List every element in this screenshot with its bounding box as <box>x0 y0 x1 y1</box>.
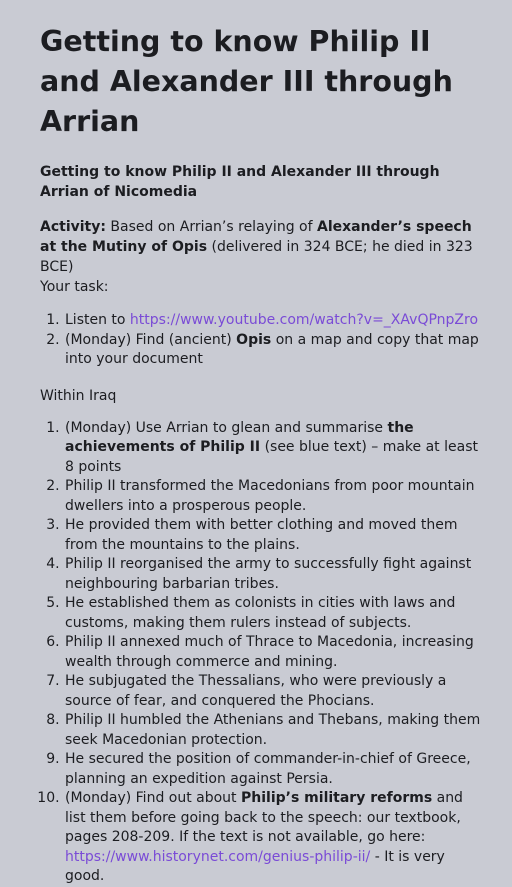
list-item: Philip II reorganised the army to succes… <box>64 555 482 594</box>
activity-paragraph: Activity: Based on Arrian’s relaying of … <box>40 217 482 297</box>
youtube-link[interactable]: https://www.youtube.com/watch?v=_XAvQPnp… <box>130 312 478 328</box>
list-item-text: (Monday) Find out about <box>65 790 237 806</box>
document-subtitle: Getting to know Philip II and Alexander … <box>40 164 440 200</box>
listen-prefix: Listen to <box>65 312 126 328</box>
list-item: Philip II annexed much of Thrace to Mace… <box>64 633 482 672</box>
document-page: Getting to know Philip II and Alexander … <box>0 0 512 887</box>
activity-label: Activity: <box>40 219 106 235</box>
military-reforms-bold: Philip’s military reforms <box>241 790 433 806</box>
list-item: He secured the position of commander-in-… <box>64 750 482 789</box>
task-list: Listen to https://www.youtube.com/watch?… <box>40 311 482 370</box>
list-item: He provided them with better clothing an… <box>64 516 482 555</box>
list-item: Philip II transformed the Macedonians fr… <box>64 477 482 516</box>
within-iraq-note: Within Iraq <box>40 387 117 404</box>
list-item: (Monday) Find (ancient) Opis on a map an… <box>64 331 482 370</box>
list-item-text: (Monday) Find (ancient) <box>65 331 232 348</box>
list-item: (Monday) Find out about Philip’s militar… <box>64 789 482 887</box>
opis-bold: Opis <box>236 331 272 348</box>
activity-text-1: Based on Arrian’s relaying of <box>110 219 313 235</box>
list-item: Listen to https://www.youtube.com/watch?… <box>64 311 482 331</box>
list-item-text: (Monday) Use Arrian to glean and summari… <box>65 419 384 436</box>
list-item: (Monday) Use Arrian to glean and summari… <box>64 419 482 478</box>
task-label: Your task: <box>40 279 109 295</box>
list-item: He subjugated the Thessalians, who were … <box>64 672 482 711</box>
page-title: Getting to know Philip II and Alexander … <box>40 25 453 138</box>
list-item: He established them as colonists in citi… <box>64 594 482 633</box>
historynet-link[interactable]: https://www.historynet.com/genius-philip… <box>65 849 370 865</box>
achievements-list: (Monday) Use Arrian to glean and summari… <box>40 419 482 887</box>
list-item: Philip II humbled the Athenians and Theb… <box>64 711 482 750</box>
